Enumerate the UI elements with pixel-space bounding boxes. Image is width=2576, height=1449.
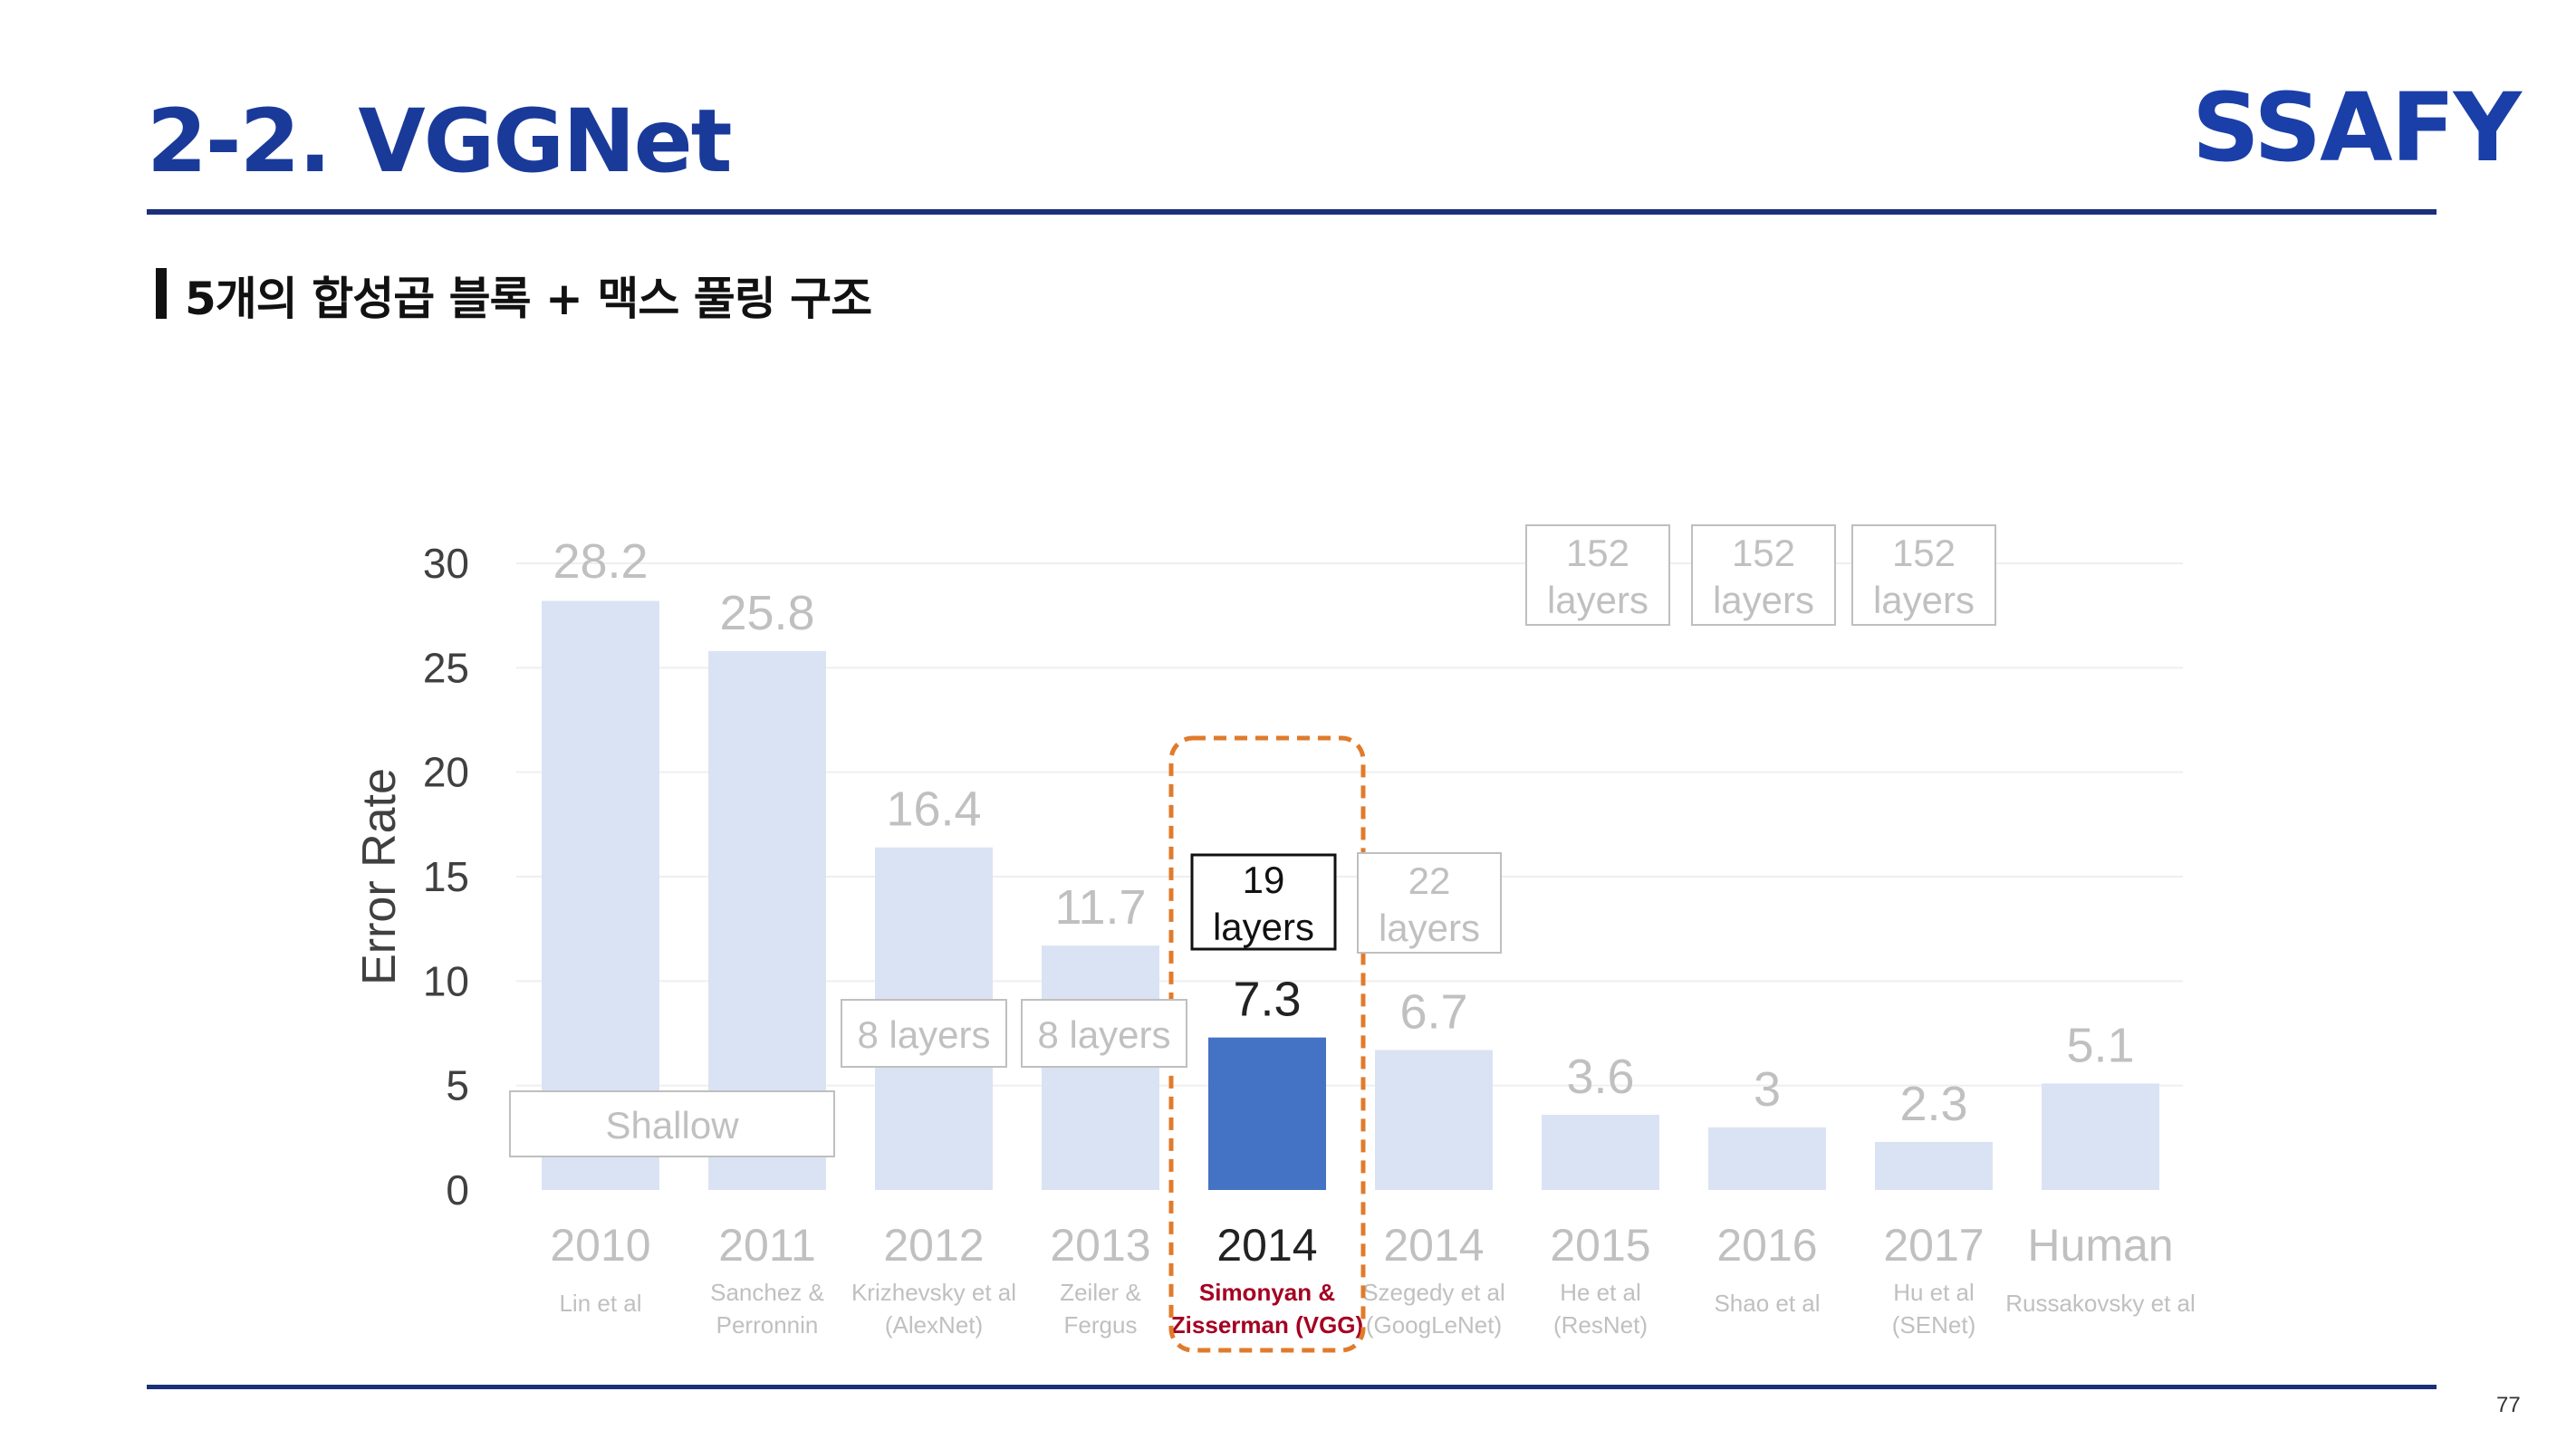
- footer-divider: [147, 1385, 2437, 1389]
- y-tick-label: 25: [423, 644, 469, 691]
- layer-box-label: 22: [1408, 859, 1451, 902]
- value-label: 16.4: [886, 782, 981, 837]
- value-label: 2.3: [1899, 1077, 1967, 1131]
- category-label: 2016: [1716, 1220, 1817, 1271]
- value-label: 11.7: [1054, 880, 1146, 935]
- bar: [1042, 945, 1159, 1190]
- author-label: (GoogLeNet): [1366, 1311, 1502, 1339]
- y-tick-label: 30: [423, 540, 469, 587]
- category-label: 2013: [1050, 1220, 1150, 1271]
- author-label: Fergus: [1064, 1311, 1138, 1339]
- error-rate-bar-chart: 0 5 10 15 20 25 30 Error Rate 28.2 2010 Lin et al…: [353, 524, 2196, 1353]
- author-label: Lin et al: [559, 1290, 641, 1317]
- value-label: 28.2: [553, 534, 648, 589]
- layer-box-label: 19: [1243, 859, 1285, 901]
- layer-box-label: layers: [1547, 579, 1648, 621]
- layer-box-label: layers: [1873, 579, 1975, 621]
- y-axis-label: Error Rate: [353, 768, 406, 985]
- category-label: Human: [2027, 1220, 2173, 1271]
- bar: [1875, 1141, 1993, 1190]
- layer-box-label: 8 layers: [857, 1013, 990, 1056]
- category-label: 2011: [718, 1220, 816, 1271]
- layer-box-label: layers: [1713, 579, 1814, 621]
- bar: [2042, 1083, 2159, 1190]
- bar: [1208, 1037, 1326, 1190]
- layer-box-label: 152: [1732, 532, 1795, 574]
- y-tick-label: 5: [446, 1062, 469, 1109]
- author-label: (AlexNet): [885, 1311, 983, 1339]
- layer-box-label: 152: [1892, 532, 1956, 574]
- page-number: 77: [2496, 1393, 2521, 1417]
- author-label: Shao et al: [1714, 1290, 1820, 1317]
- author-label: Russakovsky et al: [2005, 1290, 2196, 1317]
- author-label: (ResNet): [1553, 1311, 1648, 1339]
- value-label: 7.3: [1233, 973, 1301, 1027]
- author-label: Zeiler &: [1060, 1279, 1141, 1306]
- author-label: Krizhevsky et al: [851, 1279, 1016, 1306]
- value-label: 3: [1754, 1062, 1781, 1117]
- category-label: 2012: [883, 1220, 984, 1271]
- layer-box-label: Shallow: [605, 1104, 739, 1147]
- author-label: Sanchez &: [710, 1279, 824, 1306]
- author-label: Szegedy et al: [1362, 1279, 1505, 1306]
- value-label: 5.1: [2066, 1018, 2134, 1072]
- author-label: Simonyan &: [1199, 1279, 1335, 1306]
- value-label: 6.7: [1399, 984, 1467, 1039]
- category-label: 2014: [1383, 1220, 1484, 1271]
- bar: [1375, 1050, 1493, 1190]
- y-tick-label: 20: [423, 749, 469, 796]
- layer-box-label: 8 layers: [1037, 1013, 1170, 1056]
- y-tick-label: 10: [423, 957, 469, 1004]
- y-axis: 0 5 10 15 20 25 30 Error Rate: [353, 540, 469, 1214]
- author-label: Perronnin: [716, 1311, 819, 1339]
- y-tick-label: 15: [423, 853, 469, 900]
- category-label: 2017: [1883, 1220, 1984, 1271]
- category-label: 2010: [550, 1220, 650, 1271]
- author-label: (SENet): [1892, 1311, 1975, 1339]
- value-label: 3.6: [1566, 1050, 1634, 1104]
- bar: [1708, 1127, 1826, 1190]
- author-label: Hu et al: [1893, 1279, 1975, 1306]
- layer-box-label: 152: [1566, 532, 1629, 574]
- y-tick-label: 0: [446, 1166, 469, 1214]
- author-label: Zisserman (VGG): [1171, 1311, 1363, 1339]
- category-label: 2014: [1216, 1220, 1317, 1271]
- category-label: 2015: [1550, 1220, 1650, 1271]
- author-label: He et al: [1560, 1279, 1641, 1306]
- layer-box-label: layers: [1379, 907, 1480, 949]
- value-label: 25.8: [719, 586, 814, 640]
- layer-box-label: layers: [1213, 906, 1314, 948]
- bar: [1542, 1114, 1659, 1190]
